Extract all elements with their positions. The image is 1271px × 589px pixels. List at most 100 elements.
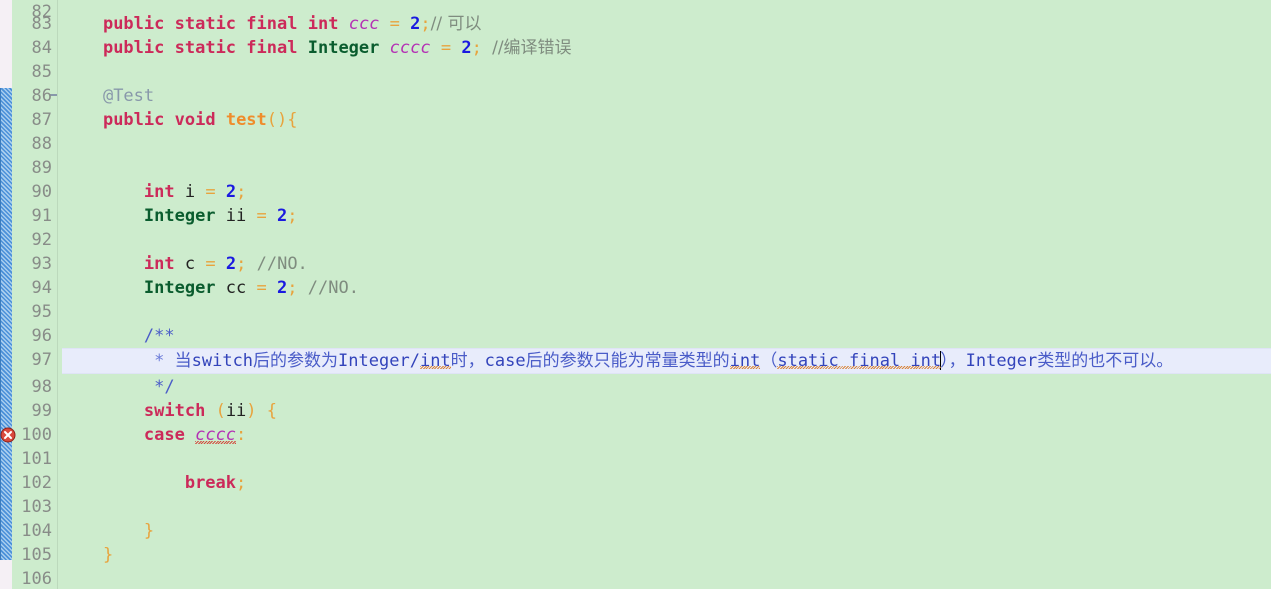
- line-number: 93: [31, 254, 52, 274]
- token-keyword: int: [307, 14, 339, 34]
- token-semicolon: ;: [236, 473, 247, 493]
- code-line[interactable]: 105 }: [0, 543, 1271, 567]
- line-content[interactable]: public void test(){: [62, 108, 298, 132]
- token-punctuation: ): [246, 401, 257, 421]
- code-line[interactable]: 92: [0, 228, 1271, 252]
- token-operator: =: [205, 182, 216, 202]
- token-keyword: int: [143, 182, 175, 202]
- code-line[interactable]: 98 */: [0, 375, 1271, 399]
- token-keyword: final: [246, 14, 298, 34]
- code-line[interactable]: 87 public void test(){: [0, 108, 1271, 132]
- line-content[interactable]: */: [62, 375, 174, 399]
- token-field-error: cccc: [195, 425, 237, 445]
- line-content[interactable]: int c = 2; //NO.: [62, 252, 308, 276]
- line-number: 94: [31, 278, 52, 298]
- line-content[interactable]: public static final Integer cccc = 2; //…: [62, 36, 572, 60]
- code-line[interactable]: 95: [0, 300, 1271, 324]
- token-annotation: @Test: [102, 86, 155, 106]
- token-javadoc: /**: [143, 326, 175, 346]
- code-line[interactable]: 102 break;: [0, 471, 1271, 495]
- token-javadoc-code: switch: [191, 351, 254, 371]
- token-javadoc-text: 后的参数为: [253, 351, 339, 371]
- code-line[interactable]: 93 int c = 2; //NO.: [0, 252, 1271, 276]
- code-line[interactable]: 88: [0, 132, 1271, 156]
- line-content[interactable]: }: [62, 543, 113, 567]
- token-field: cccc: [389, 38, 431, 58]
- token-punctuation: }: [143, 521, 155, 541]
- token-semicolon: ;: [287, 206, 298, 226]
- token-identifier: c: [184, 254, 196, 274]
- token-javadoc-star: *: [154, 351, 165, 371]
- code-line[interactable]: 106: [0, 567, 1271, 589]
- token-type: Integer: [143, 278, 216, 298]
- token-semicolon: ;: [236, 182, 247, 202]
- token-keyword: void: [174, 110, 216, 130]
- line-content[interactable]: Integer cc = 2; //NO.: [62, 276, 359, 300]
- code-line[interactable]: 85: [0, 60, 1271, 84]
- code-line[interactable]: 90 int i = 2;: [0, 180, 1271, 204]
- line-number: 106: [21, 569, 52, 589]
- token-semicolon: ;: [471, 38, 482, 58]
- line-content[interactable]: break;: [62, 471, 246, 495]
- token-number: 2: [461, 38, 472, 58]
- token-punctuation: {: [266, 401, 278, 421]
- line-content[interactable]: @Test: [62, 84, 154, 108]
- token-number: 2: [225, 254, 237, 274]
- line-number: 85: [31, 62, 52, 82]
- token-method: test: [225, 110, 267, 130]
- line-content[interactable]: Integer ii = 2;: [62, 204, 298, 228]
- token-punctuation: (: [215, 401, 226, 421]
- token-keyword: public: [102, 14, 165, 34]
- code-line[interactable]: 101: [0, 447, 1271, 471]
- token-javadoc-slash: /: [409, 351, 420, 371]
- token-keyword: static: [174, 14, 237, 34]
- token-javadoc-text: 类型的也不可以。: [1037, 351, 1174, 371]
- token-semicolon: ;: [287, 278, 298, 298]
- line-content[interactable]: public static final int ccc = 2;// 可以: [62, 12, 482, 36]
- code-line[interactable]: 104 }: [0, 519, 1271, 543]
- token-operator: =: [205, 254, 216, 274]
- code-editor-pane[interactable]: 82 83 public static final int ccc = 2;//…: [0, 0, 1271, 589]
- code-line[interactable]: 94 Integer cc = 2; //NO.: [0, 276, 1271, 300]
- code-line[interactable]: 89: [0, 156, 1271, 180]
- token-identifier: ii: [225, 206, 247, 226]
- token-identifier: i: [184, 182, 196, 202]
- code-line[interactable]: 99 switch (ii) {: [0, 399, 1271, 423]
- line-content[interactable]: }: [62, 519, 154, 543]
- token-operator: =: [389, 14, 400, 34]
- code-line[interactable]: 96 /**: [0, 324, 1271, 348]
- line-content[interactable]: switch (ii) {: [62, 399, 277, 423]
- error-circle-x-icon[interactable]: [0, 427, 16, 443]
- code-line[interactable]: 100 case cccc:: [0, 423, 1271, 447]
- code-line[interactable]: 103: [0, 495, 1271, 519]
- token-keyword: final: [246, 38, 298, 58]
- token-semicolon: ;: [236, 254, 247, 274]
- token-number: 2: [410, 14, 421, 34]
- token-punctuation: (){: [266, 110, 298, 130]
- line-number: 84: [31, 38, 52, 58]
- code-line[interactable]: 86 @Test: [0, 84, 1271, 108]
- token-type: Integer: [143, 206, 216, 226]
- token-javadoc-code-warned: int: [729, 351, 761, 371]
- token-keyword: public: [102, 38, 165, 58]
- line-number: 83: [31, 14, 52, 34]
- token-keyword: break: [184, 473, 237, 493]
- line-number: 103: [21, 497, 52, 517]
- token-keyword: public: [102, 110, 165, 130]
- line-content[interactable]: /**: [62, 324, 175, 348]
- line-content[interactable]: * 当switch后的参数为Integer/int时，case后的参数只能为常量…: [62, 348, 1173, 374]
- line-number: 86: [31, 86, 52, 106]
- token-javadoc-code: Integer: [338, 351, 410, 371]
- code-line[interactable]: 84 public static final Integer cccc = 2;…: [0, 36, 1271, 60]
- code-line[interactable]: 83 public static final int ccc = 2;// 可以: [0, 12, 1271, 36]
- code-line-current[interactable]: 97 * 当switch后的参数为Integer/int时，case后的参数只能…: [0, 348, 1271, 374]
- line-content[interactable]: int i = 2;: [62, 180, 246, 204]
- line-content[interactable]: case cccc:: [62, 423, 246, 447]
- token-comment: //NO.: [256, 254, 308, 274]
- code-line[interactable]: 91 Integer ii = 2;: [0, 204, 1271, 228]
- token-number: 2: [225, 182, 237, 202]
- token-operator: =: [256, 278, 267, 298]
- token-javadoc-code: case: [484, 351, 526, 371]
- token-javadoc-text: （: [760, 351, 778, 371]
- token-javadoc-text: ），: [940, 351, 966, 371]
